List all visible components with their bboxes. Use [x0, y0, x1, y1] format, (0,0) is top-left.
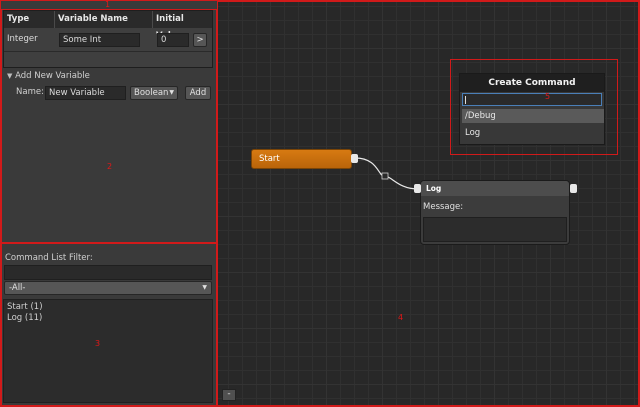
log-output-port[interactable] [570, 184, 577, 193]
create-command-option-debug[interactable]: /Debug [462, 109, 604, 123]
text-cursor [465, 96, 466, 104]
zoom-out-button[interactable]: - [222, 389, 236, 401]
connection-midpoint-handle[interactable] [381, 172, 389, 180]
annotation-label-5: 5 [545, 92, 551, 101]
annotation-label-3: 3 [95, 339, 101, 348]
log-input-port[interactable] [414, 184, 421, 193]
annotation-label-4: 4 [398, 313, 404, 322]
create-command-option-log[interactable]: Log [462, 126, 604, 140]
start-node-label: Start [259, 154, 280, 164]
log-node-title: Log [421, 181, 569, 196]
start-node[interactable]: Start [251, 149, 352, 169]
log-message-label: Message: [423, 202, 464, 212]
annotation-label-2: 2 [107, 162, 113, 171]
log-message-field[interactable] [423, 217, 567, 242]
annotation-label-1: 1 [105, 0, 111, 9]
create-command-search-input[interactable] [462, 93, 602, 106]
create-command-title: Create Command [460, 74, 604, 92]
log-node[interactable]: Log Message: [420, 180, 570, 245]
create-command-popup: Create Command /Debug Log [459, 73, 605, 145]
start-output-port[interactable] [351, 154, 358, 163]
